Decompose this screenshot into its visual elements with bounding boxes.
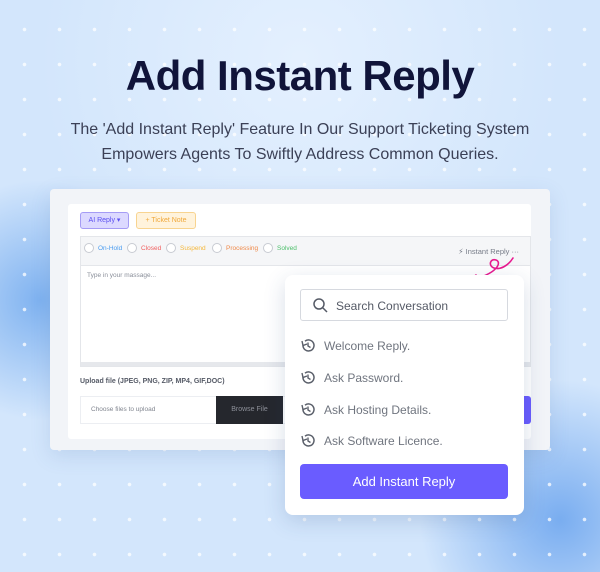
subtitle-line: Empowers Agents To Swiftly Address Commo… [101,146,499,163]
reply-item-label: Ask Password. [324,370,404,385]
upload-placeholder: Choose files to upload [91,406,156,413]
reply-item[interactable]: Ask Software Licence. [300,433,443,448]
status-label: On-Hold [98,244,123,252]
ticket-note-button[interactable]: + Ticket Note [136,212,196,229]
history-icon [301,371,315,384]
ai-reply-button[interactable]: AI Reply ▾ [80,212,129,229]
add-instant-reply-button[interactable]: Add Instant Reply [300,464,508,499]
history-icon [301,339,315,352]
radio[interactable] [263,243,273,253]
search-conversation-input[interactable]: Search Conversation [300,289,508,321]
page-title: Add Instant Reply [125,52,475,99]
reply-item[interactable]: Ask Hosting Details. [300,402,431,417]
message-placeholder: Type in your massage... [87,272,157,279]
history-icon [301,403,315,416]
reply-item-label: Ask Software Licence. [324,433,443,448]
upload-label: Upload file (JPEG, PNG, ZIP, MP4, GIF,DO… [80,378,225,385]
status-suspend[interactable]: Suspend [166,243,206,253]
history-icon [301,434,315,447]
reply-item-label: Ask Hosting Details. [324,402,432,417]
status-label: Processing [226,244,259,252]
status-solved[interactable]: Solved [263,243,297,253]
page-subtitle: The 'Add Instant Reply' Feature In Our S… [40,117,560,167]
status-label: Closed [141,244,162,252]
radio[interactable] [127,243,137,253]
status-on-hold[interactable]: On-Hold [84,243,122,253]
status-processing[interactable]: Processing [212,243,258,253]
radio[interactable] [84,243,94,253]
search-placeholder: Search Conversation [336,299,449,313]
radio[interactable] [166,243,176,253]
reply-item-label: Welcome Reply. [324,338,411,353]
reply-item[interactable]: Ask Password. [300,370,403,385]
status-closed[interactable]: Closed [127,243,161,253]
browse-file-button[interactable]: Browse File [216,396,283,424]
status-label: Suspend [180,244,206,252]
reply-item[interactable]: Welcome Reply. [300,338,410,353]
subtitle-line: The 'Add Instant Reply' Feature In Our S… [70,121,530,138]
radio[interactable] [212,243,222,253]
status-label: Solved [277,244,297,252]
search-icon [313,298,328,313]
